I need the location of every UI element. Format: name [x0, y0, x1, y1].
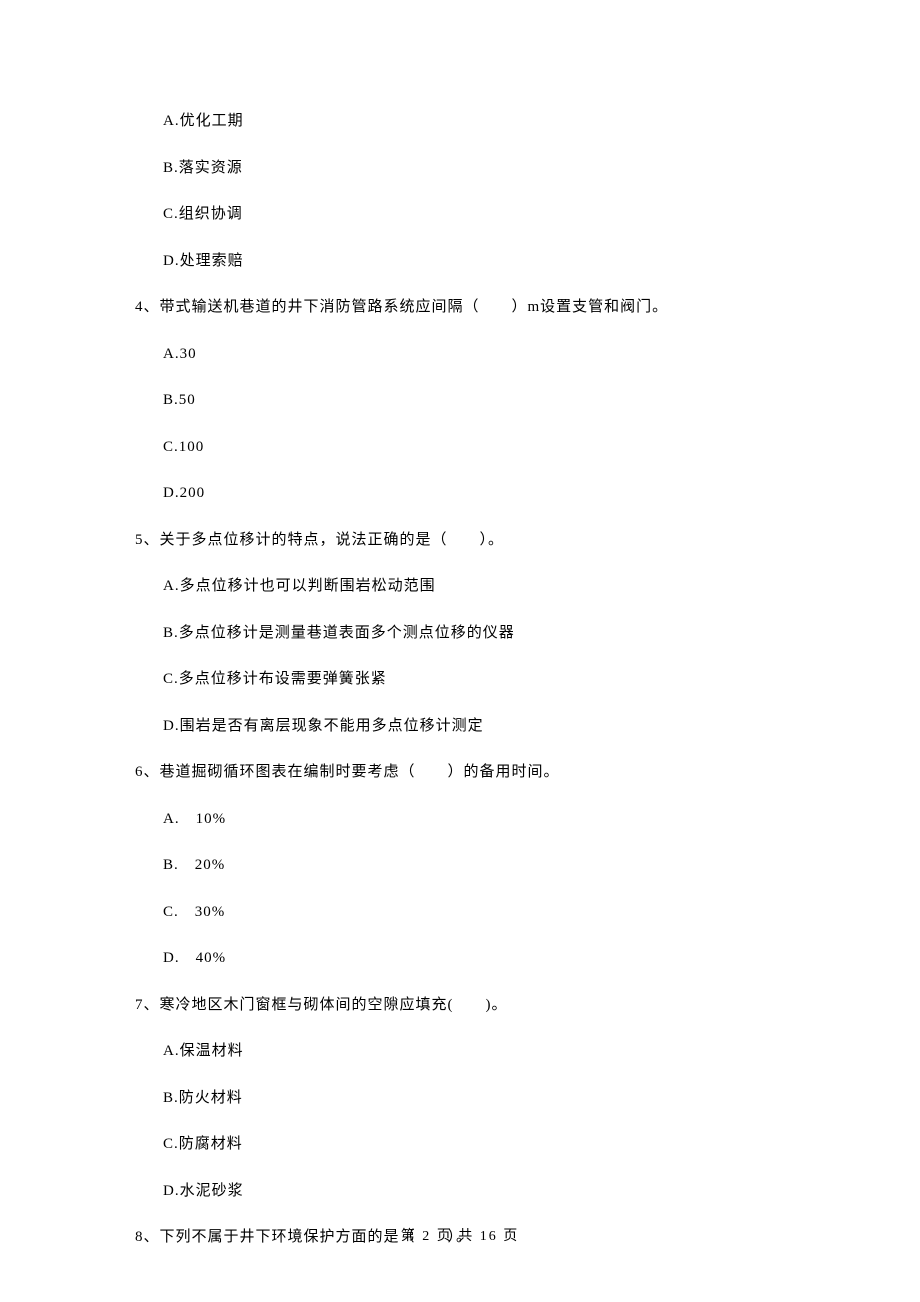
- q4-option-a: A.30: [163, 343, 800, 366]
- q6-option-c: C. 30%: [163, 901, 800, 924]
- q5-option-b: B.多点位移计是测量巷道表面多个测点位移的仪器: [163, 622, 800, 645]
- q5-option-a: A.多点位移计也可以判断围岩松动范围: [163, 575, 800, 598]
- q6-option-b: B. 20%: [163, 854, 800, 877]
- page-footer: 第 2 页 共 16 页: [0, 1226, 920, 1247]
- q7-option-d: D.水泥砂浆: [163, 1180, 800, 1203]
- q5-option-d: D.围岩是否有离层现象不能用多点位移计测定: [163, 715, 800, 738]
- q4-option-d: D.200: [163, 482, 800, 505]
- q6-option-d: D. 40%: [163, 947, 800, 970]
- q5-options: A.多点位移计也可以判断围岩松动范围 B.多点位移计是测量巷道表面多个测点位移的…: [135, 575, 800, 737]
- q6-text: 6、巷道掘砌循环图表在编制时要考虑（ ）的备用时间。: [135, 761, 800, 784]
- q4-text: 4、带式输送机巷道的井下消防管路系统应间隔（ ）m设置支管和阀门。: [135, 296, 800, 319]
- q3-option-c: C.组织协调: [163, 203, 800, 226]
- q5-text: 5、关于多点位移计的特点，说法正确的是（ ）。: [135, 529, 800, 552]
- q6-options: A. 10% B. 20% C. 30% D. 40%: [135, 808, 800, 970]
- q4-options: A.30 B.50 C.100 D.200: [135, 343, 800, 505]
- q7-option-c: C.防腐材料: [163, 1133, 800, 1156]
- q7-option-b: B.防火材料: [163, 1087, 800, 1110]
- q4-option-c: C.100: [163, 436, 800, 459]
- q4-option-b: B.50: [163, 389, 800, 412]
- q7-options: A.保温材料 B.防火材料 C.防腐材料 D.水泥砂浆: [135, 1040, 800, 1202]
- q6-option-a: A. 10%: [163, 808, 800, 831]
- q5-option-c: C.多点位移计布设需要弹簧张紧: [163, 668, 800, 691]
- q3-option-b: B.落实资源: [163, 157, 800, 180]
- q3-options: A.优化工期 B.落实资源 C.组织协调 D.处理索赔: [135, 110, 800, 272]
- q3-option-d: D.处理索赔: [163, 250, 800, 273]
- q7-option-a: A.保温材料: [163, 1040, 800, 1063]
- q3-option-a: A.优化工期: [163, 110, 800, 133]
- q7-text: 7、寒冷地区木门窗框与砌体间的空隙应填充( )。: [135, 994, 800, 1017]
